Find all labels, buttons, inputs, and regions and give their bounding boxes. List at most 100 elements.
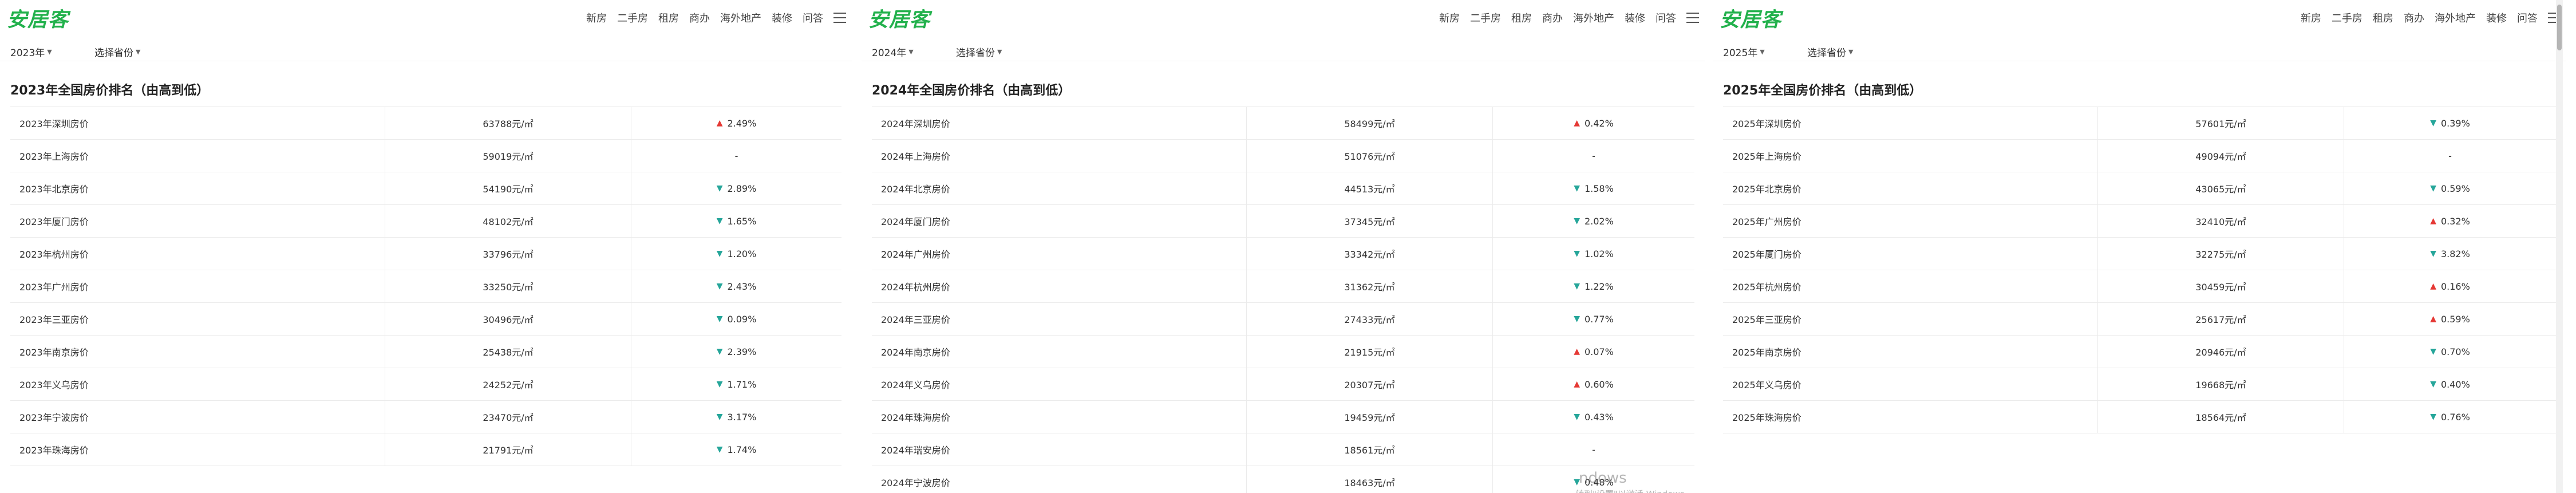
year-select[interactable]: 2023年 ▼ <box>10 45 52 59</box>
table-row[interactable]: 2024年义乌房价 20307元/㎡ ▲ 0.60% <box>872 368 1694 401</box>
nav-overseas[interactable]: 海外地产 <box>2435 10 2476 25</box>
city-name[interactable]: 2023年宁波房价 <box>10 401 385 433</box>
table-row[interactable]: 2024年杭州房价 31362元/㎡ ▼ 1.22% <box>872 270 1694 303</box>
city-name[interactable]: 2024年珠海房价 <box>872 401 1247 433</box>
city-name[interactable]: 2023年杭州房价 <box>10 238 385 270</box>
province-select[interactable]: 选择省份 ▼ <box>956 45 1002 59</box>
city-name[interactable]: 2024年瑞安房价 <box>872 433 1247 466</box>
table-row[interactable]: 2025年上海房价 49094元/㎡ - <box>1723 140 2556 172</box>
city-name[interactable]: 2025年珠海房价 <box>1723 401 2098 433</box>
city-name[interactable]: 2023年珠海房价 <box>10 433 385 466</box>
table-row[interactable]: 2024年北京房价 44513元/㎡ ▼ 1.58% <box>872 172 1694 205</box>
table-row[interactable]: 2023年珠海房价 21791元/㎡ ▼ 1.74% <box>10 433 841 466</box>
logo[interactable]: 安居客 <box>7 3 69 33</box>
table-row[interactable]: 2025年义乌房价 19668元/㎡ ▼ 0.40% <box>1723 368 2556 401</box>
city-name[interactable]: 2023年上海房价 <box>10 140 385 172</box>
table-row[interactable]: 2025年珠海房价 18564元/㎡ ▼ 0.76% <box>1723 401 2556 433</box>
city-name[interactable]: 2023年三亚房价 <box>10 303 385 335</box>
city-name[interactable]: 2025年北京房价 <box>1723 172 2098 204</box>
city-name[interactable]: 2025年上海房价 <box>1723 140 2098 172</box>
table-row[interactable]: 2024年瑞安房价 18561元/㎡ - <box>872 433 1694 466</box>
city-name[interactable]: 2023年义乌房价 <box>10 368 385 400</box>
city-name[interactable]: 2024年深圳房价 <box>872 107 1247 139</box>
table-row[interactable]: 2023年南京房价 25438元/㎡ ▼ 2.39% <box>10 336 841 368</box>
nav-new-homes[interactable]: 新房 <box>586 10 607 25</box>
city-name[interactable]: 2023年广州房价 <box>10 270 385 302</box>
nav-overseas[interactable]: 海外地产 <box>1573 10 1614 25</box>
city-name[interactable]: 2023年北京房价 <box>10 172 385 204</box>
table-row[interactable]: 2023年厦门房价 48102元/㎡ ▼ 1.65% <box>10 205 841 238</box>
nav-qa[interactable]: 问答 <box>803 10 823 25</box>
logo[interactable]: 安居客 <box>1720 3 1781 33</box>
table-row[interactable]: 2025年南京房价 20946元/㎡ ▼ 0.70% <box>1723 336 2556 368</box>
table-row[interactable]: 2023年杭州房价 33796元/㎡ ▼ 1.20% <box>10 238 841 270</box>
table-row[interactable]: 2024年深圳房价 58499元/㎡ ▲ 0.42% <box>872 107 1694 140</box>
city-name[interactable]: 2024年宁波房价 <box>872 466 1247 493</box>
city-name[interactable]: 2024年义乌房价 <box>872 368 1247 400</box>
table-row[interactable]: 2025年北京房价 43065元/㎡ ▼ 0.59% <box>1723 172 2556 205</box>
nav-decoration[interactable]: 装修 <box>1625 10 1645 25</box>
table-row[interactable]: 2023年深圳房价 63788元/㎡ ▲ 2.49% <box>10 107 841 140</box>
city-name[interactable]: 2023年厦门房价 <box>10 205 385 237</box>
province-select[interactable]: 选择省份 ▼ <box>1807 45 1853 59</box>
city-name[interactable]: 2024年北京房价 <box>872 172 1247 204</box>
province-select[interactable]: 选择省份 ▼ <box>94 45 140 59</box>
table-row[interactable]: 2023年义乌房价 24252元/㎡ ▼ 1.71% <box>10 368 841 401</box>
nav-new-homes[interactable]: 新房 <box>2301 10 2321 25</box>
city-name[interactable]: 2023年南京房价 <box>10 336 385 368</box>
nav-decoration[interactable]: 装修 <box>2486 10 2507 25</box>
nav-qa[interactable]: 问答 <box>2517 10 2538 25</box>
nav-commercial[interactable]: 商办 <box>689 10 710 25</box>
nav-rent[interactable]: 租房 <box>658 10 679 25</box>
city-name[interactable]: 2025年三亚房价 <box>1723 303 2098 335</box>
table-row[interactable]: 2024年上海房价 51076元/㎡ - <box>872 140 1694 172</box>
nav-second-hand[interactable]: 二手房 <box>617 10 648 25</box>
scrollbar-thumb[interactable] <box>2557 5 2562 50</box>
nav-new-homes[interactable]: 新房 <box>1439 10 1460 25</box>
table-row[interactable]: 2024年珠海房价 19459元/㎡ ▼ 0.43% <box>872 401 1694 433</box>
nav-commercial[interactable]: 商办 <box>2404 10 2424 25</box>
logo[interactable]: 安居客 <box>868 3 930 33</box>
city-name[interactable]: 2025年深圳房价 <box>1723 107 2098 139</box>
table-row[interactable]: 2023年宁波房价 23470元/㎡ ▼ 3.17% <box>10 401 841 433</box>
city-name[interactable]: 2023年深圳房价 <box>10 107 385 139</box>
nav-rent[interactable]: 租房 <box>2373 10 2393 25</box>
nav-commercial[interactable]: 商办 <box>1542 10 1563 25</box>
nav-second-hand[interactable]: 二手房 <box>1470 10 1501 25</box>
nav-second-hand[interactable]: 二手房 <box>2332 10 2362 25</box>
table-row[interactable]: 2024年宁波房价 18463元/㎡ ▼ 0.48% <box>872 466 1694 493</box>
city-name[interactable]: 2024年南京房价 <box>872 336 1247 368</box>
city-name[interactable]: 2024年杭州房价 <box>872 270 1247 302</box>
table-row[interactable]: 2025年三亚房价 25617元/㎡ ▲ 0.59% <box>1723 303 2556 336</box>
table-row[interactable]: 2023年三亚房价 30496元/㎡ ▼ 0.09% <box>10 303 841 336</box>
city-name[interactable]: 2024年广州房价 <box>872 238 1247 270</box>
nav-qa[interactable]: 问答 <box>1656 10 1676 25</box>
table-row[interactable]: 2024年厦门房价 37345元/㎡ ▼ 2.02% <box>872 205 1694 238</box>
table-row[interactable]: 2025年广州房价 32410元/㎡ ▲ 0.32% <box>1723 205 2556 238</box>
city-name[interactable]: 2025年广州房价 <box>1723 205 2098 237</box>
city-name[interactable]: 2025年南京房价 <box>1723 336 2098 368</box>
table-row[interactable]: 2024年南京房价 21915元/㎡ ▲ 0.07% <box>872 336 1694 368</box>
table-row[interactable]: 2024年广州房价 33342元/㎡ ▼ 1.02% <box>872 238 1694 270</box>
city-name[interactable]: 2025年义乌房价 <box>1723 368 2098 400</box>
year-select[interactable]: 2025年 ▼ <box>1723 45 1765 59</box>
city-name[interactable]: 2024年厦门房价 <box>872 205 1247 237</box>
table-row[interactable]: 2025年厦门房价 32275元/㎡ ▼ 3.82% <box>1723 238 2556 270</box>
menu-icon[interactable] <box>1686 13 1699 23</box>
menu-icon[interactable] <box>833 13 846 23</box>
city-name[interactable]: 2024年上海房价 <box>872 140 1247 172</box>
table-row[interactable]: 2023年广州房价 33250元/㎡ ▼ 2.43% <box>10 270 841 303</box>
table-row[interactable]: 2025年杭州房价 30459元/㎡ ▲ 0.16% <box>1723 270 2556 303</box>
table-row[interactable]: 2024年三亚房价 27433元/㎡ ▼ 0.77% <box>872 303 1694 336</box>
year-select[interactable]: 2024年 ▼ <box>872 45 914 59</box>
city-name[interactable]: 2024年三亚房价 <box>872 303 1247 335</box>
nav-rent[interactable]: 租房 <box>1511 10 1532 25</box>
table-row[interactable]: 2023年北京房价 54190元/㎡ ▼ 2.89% <box>10 172 841 205</box>
table-row[interactable]: 2025年深圳房价 57601元/㎡ ▼ 0.39% <box>1723 107 2556 140</box>
nav-decoration[interactable]: 装修 <box>772 10 792 25</box>
table-row[interactable]: 2023年上海房价 59019元/㎡ - <box>10 140 841 172</box>
city-name[interactable]: 2025年杭州房价 <box>1723 270 2098 302</box>
city-name[interactable]: 2025年厦门房价 <box>1723 238 2098 270</box>
scrollbar[interactable] <box>2556 0 2563 493</box>
nav-overseas[interactable]: 海外地产 <box>720 10 761 25</box>
